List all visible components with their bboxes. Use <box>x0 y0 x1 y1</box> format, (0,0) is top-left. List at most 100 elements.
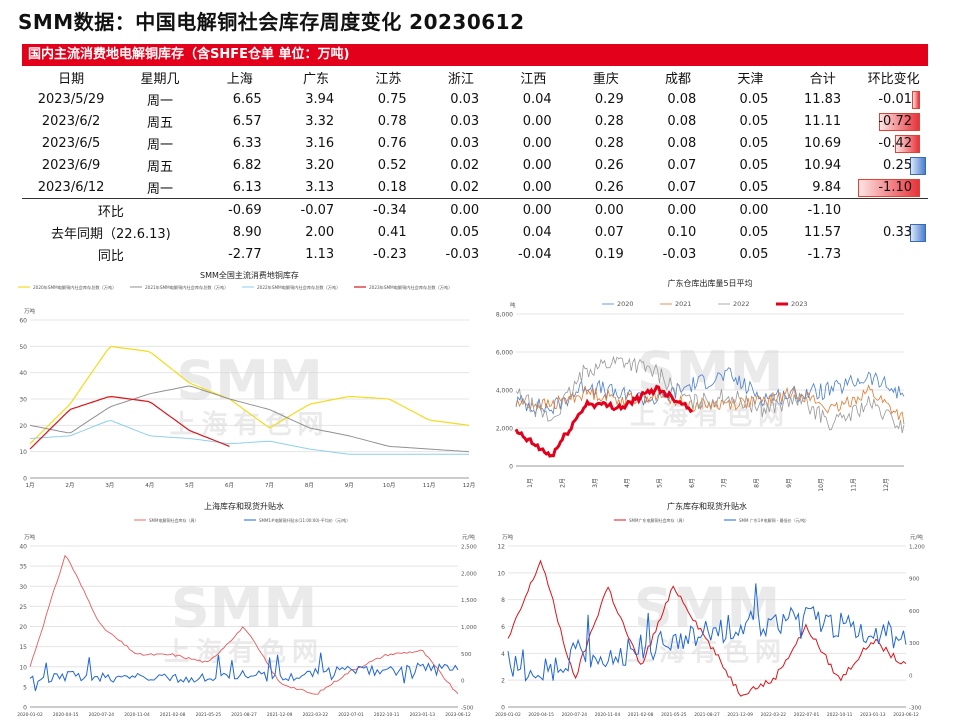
col-header: 日期 <box>58 71 85 87</box>
y-tick-label: 20 <box>19 423 27 430</box>
table-row: 2023/6/12 周一 6.13 3.13 0.18 0.02 0.00 0.26 0.07 0… <box>22 176 928 199</box>
legend-label: 2021年SMM电解铜内社会库存总数（万吨） <box>145 284 228 291</box>
value-cell: 0.07 <box>667 157 697 173</box>
value-cell: 0.07 <box>667 179 697 195</box>
legend-label: 2023 <box>791 300 808 308</box>
col-header: 上海 <box>226 71 253 87</box>
x-tick-label: 10月 <box>818 478 825 492</box>
y-tick-label: 0 <box>509 464 513 471</box>
y2-tick-label: 0 <box>909 673 913 679</box>
value-cell: 0.05 <box>450 224 480 240</box>
change-cell: -0.72 <box>859 110 928 132</box>
value-cell: 0.19 <box>594 246 624 262</box>
chart-title: 上海库存和现货升贴水 <box>204 501 284 511</box>
y-tick-label: 40 <box>19 370 27 377</box>
x-tick-label: 2021-08-27 <box>231 712 257 718</box>
page-title: SMM数据：中国电解铜社会库存周度变化 20230612 <box>18 10 525 34</box>
value-cell: 0.08 <box>667 113 697 129</box>
value-cell: -0.03 <box>662 246 697 262</box>
value-cell: 0.00 <box>497 198 570 221</box>
value-cell: 3.20 <box>305 157 335 173</box>
watermark-text: 上海有色网 <box>164 637 324 668</box>
legend-label: SMM1#电解铜升贴水(11:00:00)-平均价（元/吨） <box>259 517 350 523</box>
x-tick-label: 10月 <box>383 482 396 489</box>
x-tick-label: 2021-12-09 <box>267 712 293 718</box>
date-cell: 2023/5/29 <box>37 91 105 107</box>
value-cell: 0.26 <box>594 179 624 195</box>
x-tick-label: 2022-07-01 <box>794 712 820 718</box>
legend-label: SMM 广东1#电解铜 - 最低价（元/吨） <box>739 517 809 523</box>
value-cell: 3.94 <box>305 91 335 107</box>
x-tick-label: 1月 <box>26 482 35 489</box>
value-cell: 0.00 <box>424 198 498 221</box>
value-cell: 0.03 <box>450 135 480 151</box>
value-cell: 0.03 <box>450 113 480 129</box>
date-cell: 2023/6/9 <box>41 157 101 173</box>
x-tick-label: 2022-10-11 <box>374 712 400 718</box>
x-tick-label: 6月 <box>225 482 234 489</box>
value-cell: 6.65 <box>232 91 262 107</box>
legend-label: 2020 <box>617 300 634 308</box>
value-cell: 11.83 <box>803 91 842 107</box>
x-tick-label: 2021-02-08 <box>160 712 186 718</box>
y2-tick-label: 2,500 <box>461 545 477 551</box>
col-header: 天津 <box>737 71 764 87</box>
y2-tick-label: 1,200 <box>909 545 925 551</box>
date-cell: 2023/6/5 <box>41 135 101 151</box>
change-value: -0.01 <box>878 91 912 107</box>
y-axis-label: 万吨 <box>24 307 36 315</box>
change-cell: -1.10 <box>858 176 928 199</box>
value-cell: 0.07 <box>594 224 624 240</box>
change-bar <box>910 224 926 242</box>
x-tick-label: 2021-05-25 <box>196 712 222 718</box>
value-cell: 0.10 <box>667 224 697 240</box>
y-tick-label: 4,000 <box>496 388 513 395</box>
col-header: 江西 <box>520 71 547 87</box>
y-tick-label: 6 <box>501 624 505 631</box>
x-tick-label: 2022-07-01 <box>338 712 364 718</box>
value-cell: 10.94 <box>803 157 842 173</box>
x-tick-label: 5月 <box>657 478 664 488</box>
value-cell: -1.73 <box>807 246 842 262</box>
value-cell: 0.05 <box>739 157 769 173</box>
col-header: 浙江 <box>447 71 474 87</box>
value-cell: 0.00 <box>522 179 552 195</box>
x-tick-label: 2021-05-25 <box>661 712 687 718</box>
y-tick-label: 0 <box>501 705 505 712</box>
x-tick-label: 2023-06-12 <box>893 712 919 718</box>
y-axis-label: 万吨 <box>502 533 514 541</box>
chart-title: 广东仓库出库量5日平均 <box>667 278 752 288</box>
chart-national-inventory: SMM全国主流消费地铜库存 0 10 20 30 40 50 60 万吨 SMM 上海有色网 1月 2月… <box>14 268 480 500</box>
col-header: 星期几 <box>140 71 180 87</box>
y2-axis-label: 元/吨 <box>910 533 923 541</box>
legend-label: SMM广东电解铜社会库存（周） <box>629 517 686 523</box>
col-header: 成都 <box>665 71 692 87</box>
value-cell: 0.00 <box>714 198 787 221</box>
x-tick-label: 4月 <box>624 478 631 488</box>
value-cell: 11.57 <box>803 224 842 240</box>
y-tick-label: 30 <box>19 584 27 591</box>
value-cell: 0.00 <box>522 113 552 129</box>
y-tick-label: 2,000 <box>496 426 513 433</box>
date-cell: 2023/6/12 <box>37 179 105 195</box>
y-tick-label: 25 <box>19 604 27 611</box>
inventory-table: 日期 星期几 上海 广东 江苏 浙江 江西 重庆 成都 天津 合计 环比变化 2023/5/29 周一 6… <box>22 66 928 265</box>
y-tick-label: 0 <box>23 476 27 483</box>
x-tick-label: 2020-01-02 <box>17 712 43 718</box>
summary-label: 去年同期（22.6.13) <box>51 226 171 242</box>
change-value: -1.10 <box>878 179 912 195</box>
y2-tick-label: 900 <box>909 577 920 583</box>
y-tick-label: 35 <box>19 564 27 571</box>
y-tick-label: 60 <box>19 318 27 325</box>
legend-label: 2021 <box>675 300 692 308</box>
x-tick-label: 4月 <box>145 482 154 489</box>
y2-tick-label: -300 <box>909 706 922 712</box>
x-tick-label: 12月 <box>883 478 890 492</box>
value-cell: 0.00 <box>641 198 715 221</box>
x-tick-label: 2020-11-04 <box>595 712 621 718</box>
value-cell: 0.26 <box>594 157 624 173</box>
x-tick-label: 9月 <box>345 482 354 489</box>
x-tick-label: 2021-02-08 <box>628 712 654 718</box>
y-tick-label: 15 <box>19 644 27 651</box>
y-tick-label: 40 <box>19 544 27 551</box>
